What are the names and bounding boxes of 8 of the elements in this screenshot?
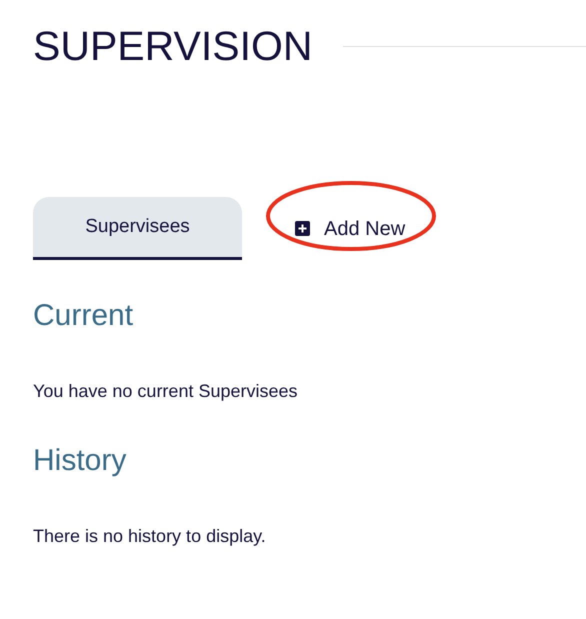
message-text: You have no current Supervisees xyxy=(33,380,299,404)
section-heading: History xyxy=(33,443,128,480)
plus-square-icon xyxy=(295,221,310,236)
tab[interactable]: Supervisees xyxy=(33,197,242,260)
add-new-button[interactable]: Add New xyxy=(287,210,414,248)
message-text: There is no history to display. xyxy=(33,525,267,548)
page-title: SUPERVISION xyxy=(33,22,312,71)
section-heading: Current xyxy=(33,298,134,334)
